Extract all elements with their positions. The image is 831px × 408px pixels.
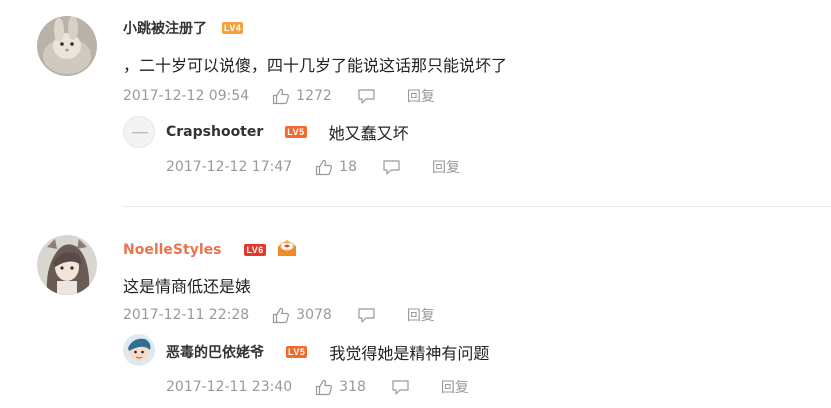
level-badge: LV4 [222, 22, 244, 34]
comment-username[interactable]: 小跳被注册了 [123, 18, 207, 38]
avatar[interactable] [123, 334, 155, 366]
like-count: 18 [339, 159, 357, 175]
comment-button[interactable] [357, 88, 376, 105]
reply-text: 我觉得她是精神有问题 [329, 344, 490, 363]
avatar[interactable] [123, 116, 155, 148]
like-button[interactable]: 318 [315, 379, 366, 396]
speech-bubble-icon [382, 159, 401, 176]
level-badge: LV5 [285, 126, 307, 138]
like-button[interactable]: 1272 [272, 88, 332, 105]
comment-button[interactable] [391, 379, 410, 396]
reply-link[interactable]: 回复 [407, 305, 435, 325]
avatar[interactable] [37, 235, 97, 295]
thumbs-up-icon [315, 159, 333, 176]
comment-username[interactable]: NoelleStyles [123, 242, 221, 258]
reply-link[interactable]: 回复 [432, 157, 460, 177]
reply-timestamp: 2017-12-12 17:47 [166, 159, 293, 175]
like-count: 3078 [296, 307, 332, 323]
like-count: 1272 [296, 88, 332, 104]
reply-username[interactable]: 恶毒的巴依姥爷 [166, 342, 264, 362]
comment-timestamp: 2017-12-11 22:28 [123, 307, 250, 323]
comment-text: 这是情商低还是婊 [123, 277, 252, 296]
thumbs-up-icon [272, 88, 290, 105]
like-count: 318 [339, 379, 366, 395]
thumbs-up-icon [272, 307, 290, 324]
reply-link[interactable]: 回复 [407, 86, 435, 106]
level-badge: LV5 [286, 346, 308, 358]
comment-button[interactable] [382, 159, 401, 176]
speech-bubble-icon [357, 307, 376, 324]
avatar[interactable] [37, 16, 97, 76]
level-badge: LV6 [244, 244, 266, 256]
comment-text: ，二十岁可以说傻，四十几岁了能说这话那只能说坏了 [123, 56, 508, 75]
reply-username[interactable]: Crapshooter [166, 124, 263, 140]
reply-text: 她又蠢又坏 [328, 124, 409, 143]
like-button[interactable]: 18 [315, 159, 357, 176]
like-button[interactable]: 3078 [272, 307, 332, 324]
comment-timestamp: 2017-12-12 09:54 [123, 88, 250, 104]
comment-button[interactable] [357, 307, 376, 324]
thumbs-up-icon [315, 379, 333, 396]
reply-link[interactable]: 回复 [441, 377, 469, 397]
divider [123, 206, 831, 207]
speech-bubble-icon [391, 379, 410, 396]
gift-envelope-icon [276, 238, 298, 262]
reply-timestamp: 2017-12-11 23:40 [166, 379, 293, 395]
speech-bubble-icon [357, 88, 376, 105]
